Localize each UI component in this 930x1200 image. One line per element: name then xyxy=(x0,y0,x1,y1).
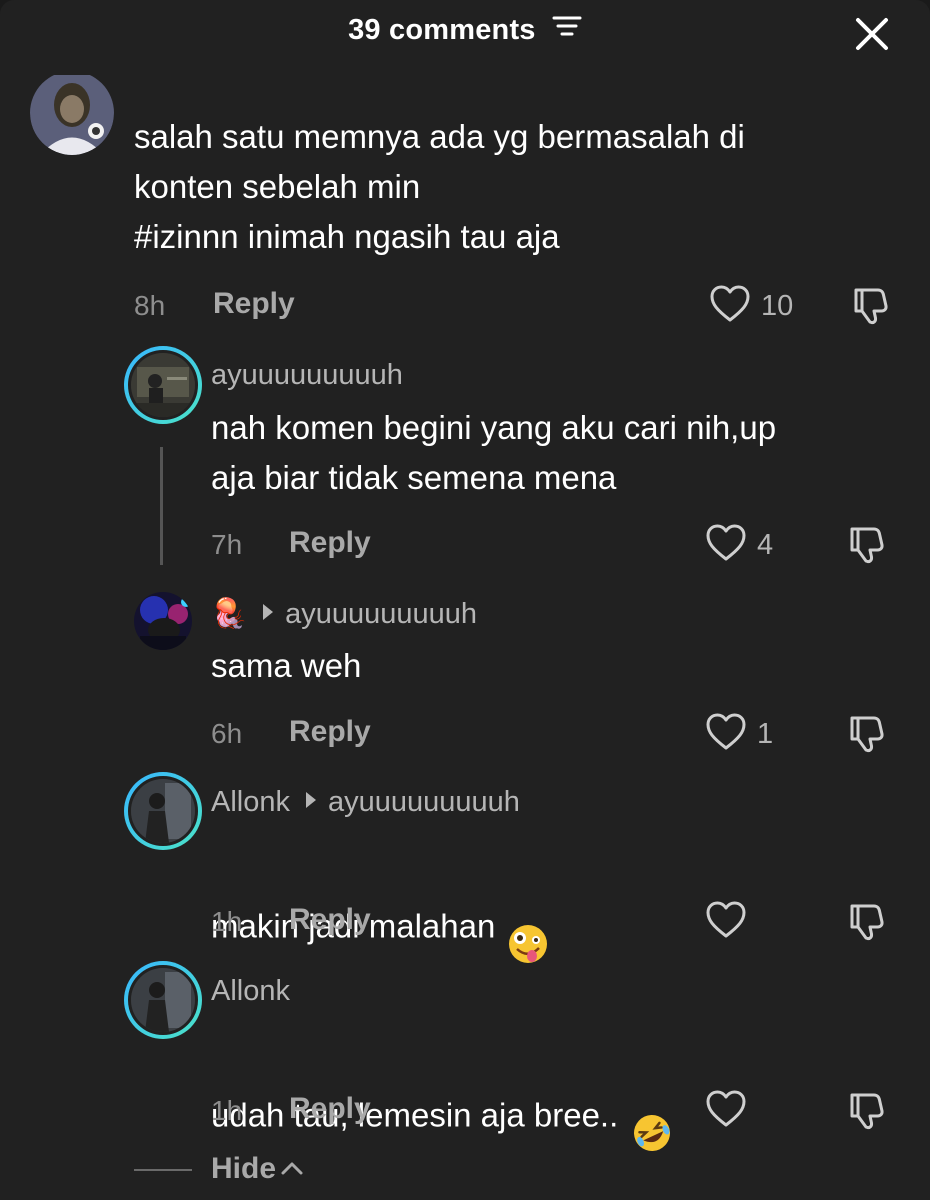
chevron-up-icon xyxy=(280,1150,304,1184)
comment-body: udah tau, lemesin aja bree.. xyxy=(211,1096,619,1134)
comment-item: Allonk udah tau, lemesin aja bree.. 1h R… xyxy=(0,0,930,1151)
like-button[interactable] xyxy=(705,1089,757,1133)
username[interactable]: Allonk xyxy=(211,975,290,1008)
rolling-on-floor-laughing-emoji xyxy=(630,1062,674,1168)
hide-label: Hide xyxy=(211,1152,277,1185)
heart-icon xyxy=(705,1089,747,1134)
reply-button[interactable]: Reply xyxy=(289,1092,371,1126)
comment-time: 1h xyxy=(211,1095,243,1126)
hide-divider xyxy=(134,1169,192,1171)
hide-replies-button[interactable]: Hide xyxy=(211,1152,304,1186)
comments-sheet: 39 comments salah satu memnya ada yg ber… xyxy=(0,0,930,1200)
avatar[interactable] xyxy=(124,961,202,1039)
dislike-icon[interactable] xyxy=(846,1089,890,1133)
